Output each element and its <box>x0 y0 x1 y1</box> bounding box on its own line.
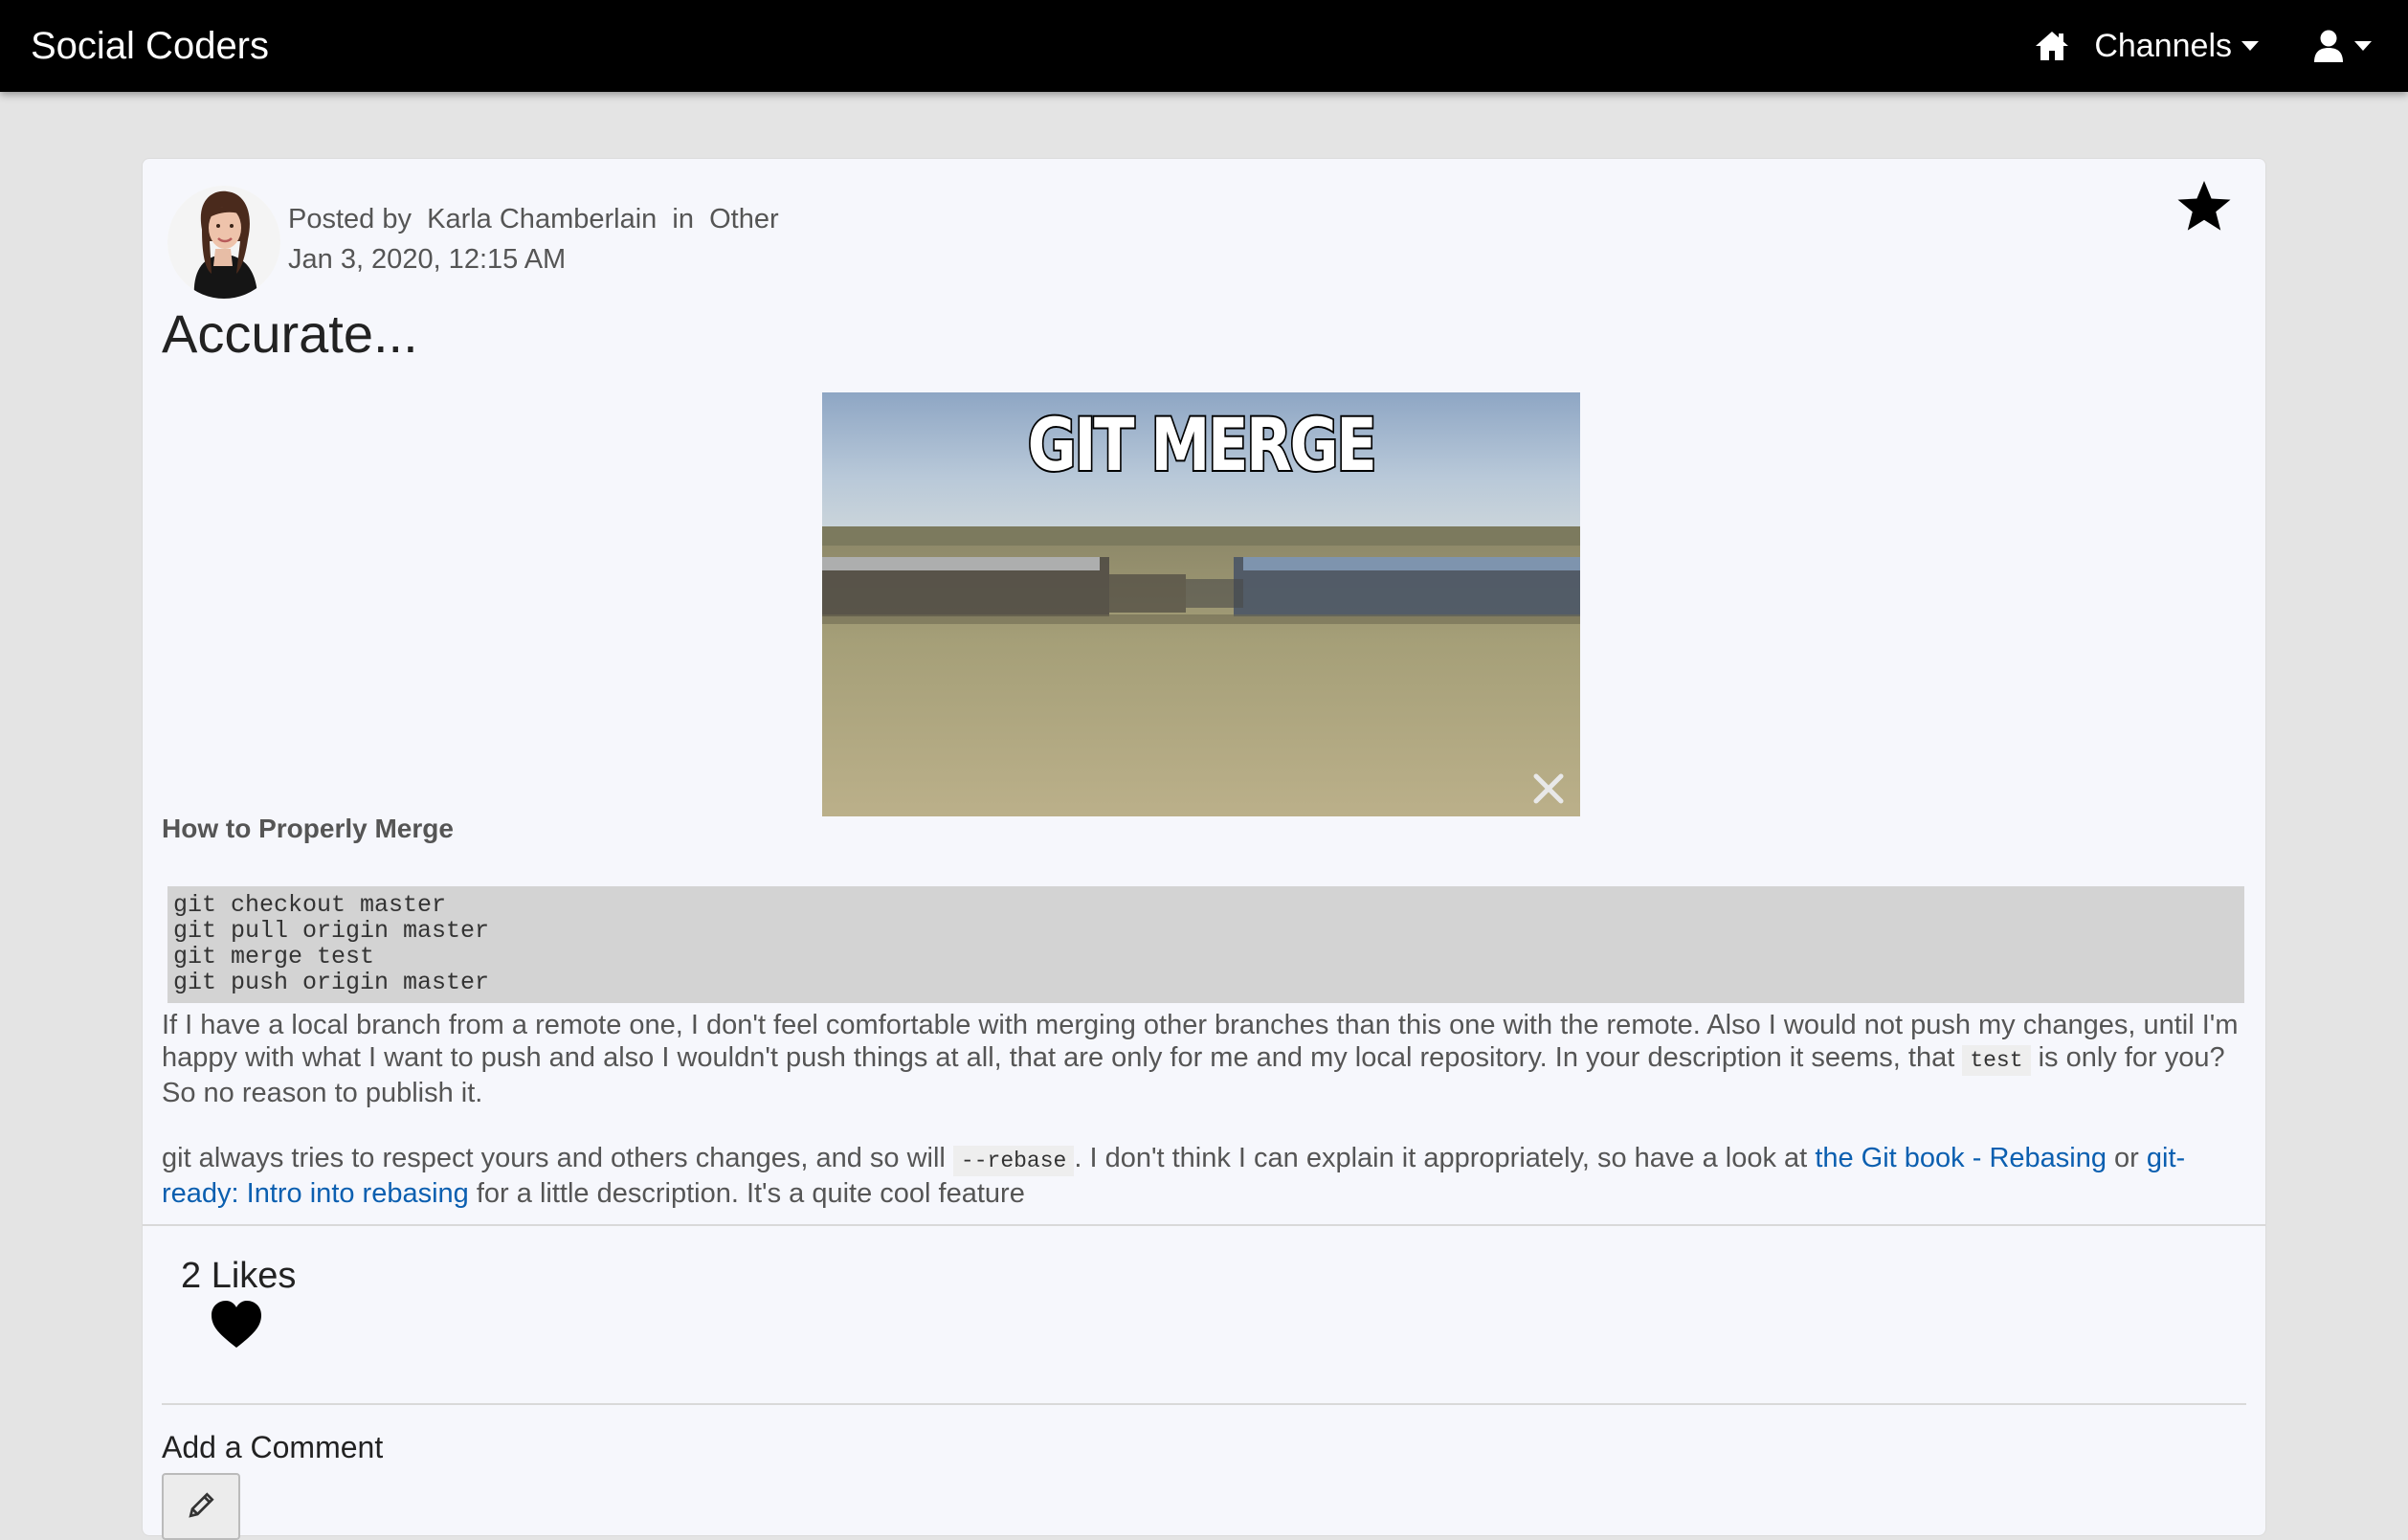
post-meta: Posted by Karla Chamberlain in Other Jan… <box>288 199 779 279</box>
p1-text-before: If I have a local branch from a remote o… <box>162 1010 2239 1073</box>
p2-or: or <box>2114 1143 2139 1173</box>
p2-text-middle: . I don't think I can explain it appropr… <box>1074 1143 1808 1173</box>
user-icon <box>2312 29 2345 63</box>
author-link[interactable]: Karla Chamberlain <box>427 204 657 234</box>
code-line: git checkout master <box>173 891 447 919</box>
heart-icon[interactable] <box>210 1300 263 1350</box>
post-title: Accurate... <box>162 303 418 364</box>
top-navbar: Social Coders Channels <box>0 0 2408 92</box>
chevron-down-icon <box>2354 41 2372 51</box>
user-menu-dropdown[interactable] <box>2312 29 2372 63</box>
code-line: git pull origin master <box>173 917 490 945</box>
divider <box>143 1224 2265 1226</box>
post-body: If I have a local branch from a remote o… <box>162 1009 2252 1242</box>
post-byline: Posted by Karla Chamberlain in Other <box>288 199 779 239</box>
git-book-rebasing-link[interactable]: the Git book - Rebasing <box>1815 1143 2107 1173</box>
add-comment-button[interactable] <box>162 1473 240 1540</box>
in-label: in <box>672 204 694 234</box>
channels-dropdown[interactable]: Channels <box>2094 28 2259 65</box>
pencil-icon <box>184 1488 218 1526</box>
p2-text-before: git always tries to respect yours and ot… <box>162 1143 946 1173</box>
brand-link[interactable]: Social Coders <box>31 25 269 68</box>
add-comment-heading: Add a Comment <box>162 1430 384 1464</box>
inline-code-rebase: --rebase <box>952 1146 1075 1176</box>
close-icon[interactable] <box>1530 770 1567 807</box>
navbar-right: Channels <box>2033 27 2372 65</box>
code-line: git push origin master <box>173 969 490 996</box>
post-gif-image: GIT MERGE <box>822 392 1580 816</box>
channel-link[interactable]: Other <box>709 204 779 234</box>
likes-count: 2 Likes <box>181 1256 297 1296</box>
star-icon[interactable] <box>2175 178 2233 235</box>
code-block: git checkout master git pull origin maste… <box>167 886 2244 1003</box>
paragraph-2: git always tries to respect yours and ot… <box>162 1142 2252 1210</box>
inline-code-test: test <box>1962 1045 2031 1076</box>
chevron-down-icon <box>2241 41 2259 51</box>
home-icon[interactable] <box>2033 27 2071 65</box>
posted-by-label: Posted by <box>288 204 412 234</box>
channels-label: Channels <box>2094 27 2232 64</box>
code-line: git merge test <box>173 943 375 971</box>
paragraph-1: If I have a local branch from a remote o… <box>162 1009 2252 1109</box>
divider <box>162 1403 2246 1405</box>
post-card: Posted by Karla Chamberlain in Other Jan… <box>142 158 2266 1540</box>
author-avatar[interactable] <box>167 186 280 299</box>
p2-text-after: for a little description. It's a quite c… <box>476 1178 1025 1209</box>
gif-caption: GIT MERGE <box>1026 400 1378 489</box>
section-heading: How to Properly Merge <box>162 814 454 843</box>
post-timestamp: Jan 3, 2020, 12:15 AM <box>288 244 567 275</box>
